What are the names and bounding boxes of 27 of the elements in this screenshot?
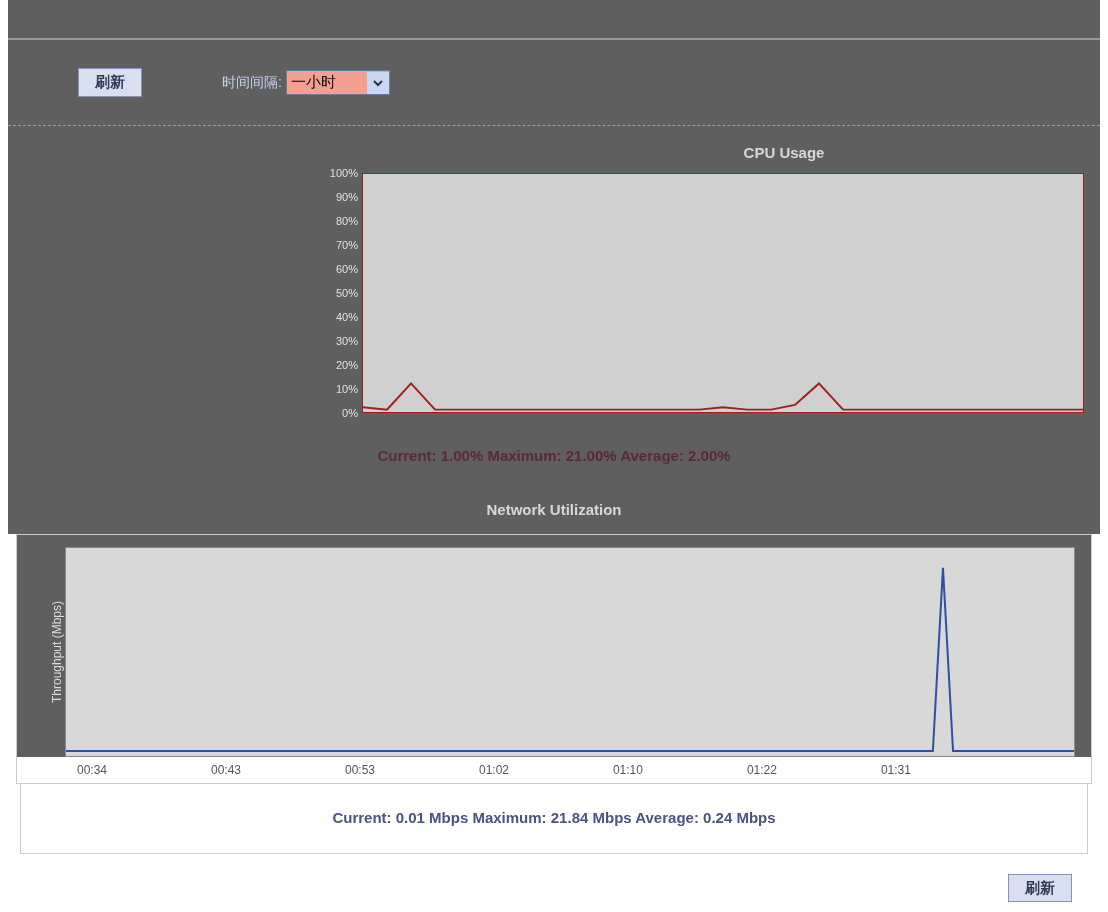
interval-select[interactable]: 一小时 [285, 70, 390, 95]
axis-tick-label: 90% [335, 191, 358, 203]
axis-tick-label: 10% [335, 383, 358, 395]
chart-title: CPU Usage [743, 143, 825, 163]
axis-tick-label: 100% [329, 167, 358, 179]
axis-tick-label: 30% [335, 335, 358, 347]
axis-tick-label: 01:31 [880, 761, 911, 779]
axis-tick-label: 40% [335, 311, 358, 323]
network-summary: Current: 0.01 Mbps Maximum: 21.84 Mbps Average: 0.24 Mbps [332, 807, 776, 828]
axis-tick-label: 00:43 [211, 761, 241, 779]
chart-title: Network Utilization [486, 500, 622, 520]
axis-tick-label: 01:10 [612, 761, 643, 779]
axis-tick-label: 80% [335, 215, 358, 227]
axis-tick-label: 00:34 [77, 761, 108, 779]
axis-tick-label: 20% [335, 359, 358, 371]
axis-tick-label: 60% [335, 263, 358, 275]
axis-tick-label: 00:53 [344, 761, 375, 779]
refresh-button[interactable]: 刷新 [1008, 873, 1072, 902]
axis-tick-label: 01:22 [746, 761, 777, 779]
axis-tick-label: 50% [335, 287, 358, 299]
axis-tick-label: 70% [335, 239, 358, 251]
interval-label: 时间间隔: [222, 73, 282, 92]
axis-tick-label: 0% [342, 407, 358, 419]
refresh-button[interactable]: 刷新 [78, 68, 142, 97]
axis-title: Throughput (Mbps) [49, 599, 65, 705]
axis-tick-label: 01:02 [478, 761, 509, 779]
dropdown-icon [366, 71, 389, 94]
